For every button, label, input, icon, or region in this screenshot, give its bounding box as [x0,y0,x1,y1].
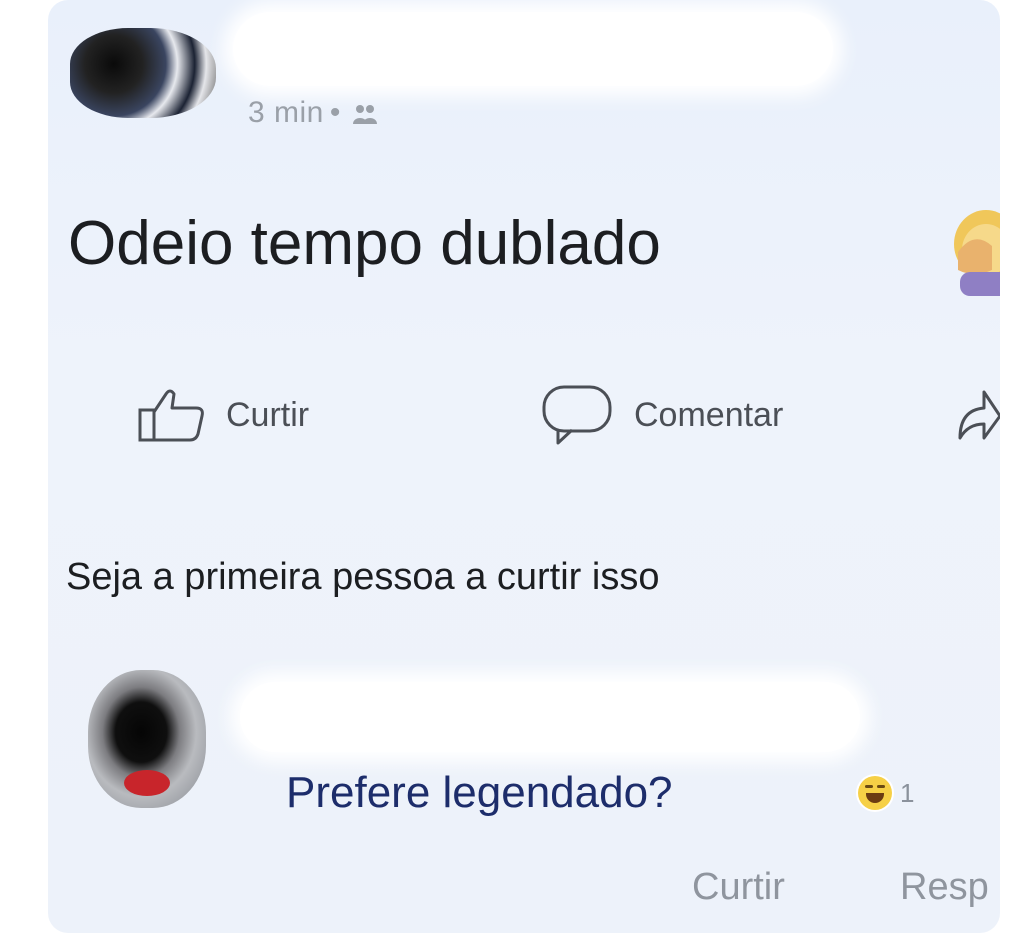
reaction-count: 1 [900,777,915,808]
thumbs-up-icon [138,389,204,442]
haha-emoji [858,776,892,810]
like-label: Curtir [226,395,310,434]
comment-text: Prefere legendado? [286,768,673,817]
share-icon [958,390,1000,440]
speech-bubble-icon [542,385,612,445]
post-author-avatar[interactable] [70,28,216,118]
likes-summary[interactable]: Seja a primeira pessoa a curtir isso [66,556,659,599]
comment-button[interactable]: Comentar [540,380,783,450]
face-palm-emoji [948,200,1000,296]
comment-label: Comentar [634,395,784,434]
comment-reply-button[interactable]: Resp [900,866,989,909]
commenter-avatar[interactable] [88,670,206,808]
post-author-name-redacted [233,12,833,86]
like-button[interactable]: Curtir [136,380,309,450]
post-actions-bar: Curtir Comentar [48,380,1000,450]
comment-like-button[interactable]: Curtir [692,866,785,909]
post-text: Odeio tempo dublado [68,209,661,278]
post-meta: 3 min • [248,96,379,130]
post-card: 3 min • Odeio tempo dublado Curtir Comen… [48,0,1000,933]
meta-separator: • [329,96,341,129]
friends-icon [352,105,377,125]
post-time[interactable]: 3 min [248,96,324,129]
commenter-name-redacted [240,682,860,752]
avatar-detail [124,770,170,796]
share-button[interactable] [952,380,1000,450]
comment-reaction[interactable]: 1 [858,776,914,810]
